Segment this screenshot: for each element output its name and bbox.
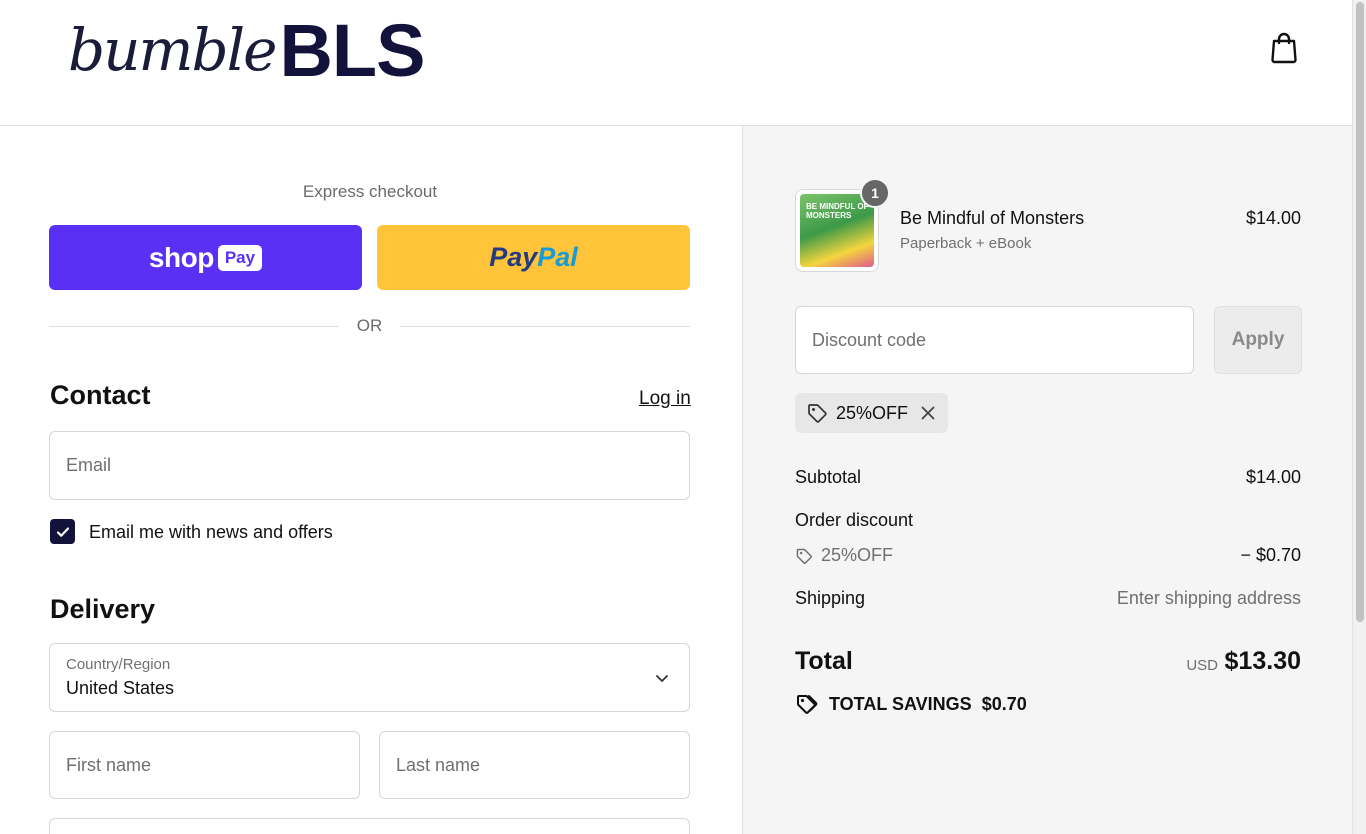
- log-in-link[interactable]: Log in: [639, 388, 691, 410]
- product-price: $14.00: [1245, 208, 1301, 228]
- order-discount-code-row: 25%OFF: [795, 545, 893, 566]
- order-discount-code: 25%OFF: [821, 545, 894, 565]
- discount-code-input[interactable]: [796, 307, 1193, 373]
- last-name-input[interactable]: [380, 732, 689, 798]
- applied-discount-code: 25%OFF: [836, 402, 909, 423]
- total-savings-amount: $0.70: [981, 693, 1027, 714]
- logo-bold-text: BLS: [279, 8, 425, 92]
- express-checkout-title: Express checkout: [302, 182, 438, 201]
- subtotal-value: $14.00: [1245, 467, 1301, 487]
- order-discount-value: − $0.70: [1240, 545, 1301, 565]
- shop-pay-button[interactable]: shop Pay: [49, 225, 362, 290]
- product-name: Be Mindful of Monsters: [900, 208, 1085, 228]
- paypal-wordmark-pay: Pay: [489, 242, 538, 272]
- paypal-button[interactable]: Pay Pal: [377, 225, 690, 290]
- logo-script-text: bumble: [68, 16, 277, 84]
- delivery-heading: Delivery: [50, 594, 156, 624]
- quantity-badge: 1: [860, 178, 890, 208]
- chevron-down-icon: [656, 675, 668, 682]
- or-divider: OR: [49, 316, 690, 336]
- product-variant: Paperback + eBook: [900, 235, 1032, 252]
- checkmark-icon: [56, 526, 69, 537]
- country-select-value: United States: [66, 678, 175, 698]
- order-discount-label: Order discount: [795, 510, 914, 530]
- email-field[interactable]: [49, 431, 690, 500]
- total-savings-label: TOTAL SAVINGS: [829, 693, 972, 714]
- country-select-label: Country/Region: [66, 656, 171, 673]
- shipping-value: Enter shipping address: [1116, 588, 1301, 608]
- shop-pay-wordmark: shop: [148, 241, 214, 273]
- total-label: Total: [795, 647, 853, 675]
- total-savings: TOTAL SAVINGS $0.70: [795, 693, 1027, 715]
- email-input[interactable]: [50, 432, 689, 499]
- last-name-field[interactable]: [379, 731, 690, 799]
- first-name-input[interactable]: [50, 732, 359, 798]
- checkout-form-column: Express checkout shop Pay Pay Pal OR Cont…: [0, 126, 742, 834]
- total-currency: USD: [1186, 657, 1218, 674]
- page-scrollbar[interactable]: [1352, 0, 1366, 834]
- subtotal-label: Subtotal: [795, 467, 862, 487]
- cart-button[interactable]: [1268, 30, 1300, 64]
- newsletter-label[interactable]: Email me with news and offers: [89, 522, 333, 543]
- paypal-wordmark-pal: Pal: [537, 242, 578, 272]
- total-amount: $13.30: [1224, 647, 1301, 675]
- tag-icon: [796, 548, 812, 564]
- shopping-bag-icon: [1271, 32, 1297, 64]
- tag-icon: [797, 695, 818, 714]
- remove-discount-icon[interactable]: [920, 405, 936, 421]
- discount-code-field[interactable]: [795, 306, 1194, 374]
- tag-icon: [808, 404, 827, 423]
- applied-discount-chip: 25%OFF: [795, 393, 948, 433]
- divider-line-right: [400, 326, 690, 327]
- order-summary: BE MINDFUL OF MONSTERS 1 Be Mindful of M…: [742, 126, 1352, 834]
- contact-heading: Contact: [50, 380, 151, 410]
- next-address-field[interactable]: [49, 818, 690, 834]
- shipping-label: Shipping: [795, 588, 866, 608]
- apply-discount-button[interactable]: Apply: [1214, 306, 1302, 374]
- country-select[interactable]: Country/Region United States: [49, 643, 690, 712]
- first-name-field[interactable]: [49, 731, 360, 799]
- book-cover-image: BE MINDFUL OF MONSTERS: [800, 194, 874, 267]
- scrollbar-thumb[interactable]: [1356, 2, 1364, 622]
- brand-logo[interactable]: bumble BLS: [68, 9, 438, 92]
- newsletter-checkbox[interactable]: [50, 519, 75, 544]
- site-header: bumble BLS: [0, 0, 1352, 126]
- shop-pay-badge: Pay: [217, 244, 263, 271]
- book-cover-title: BE MINDFUL OF MONSTERS: [806, 202, 869, 220]
